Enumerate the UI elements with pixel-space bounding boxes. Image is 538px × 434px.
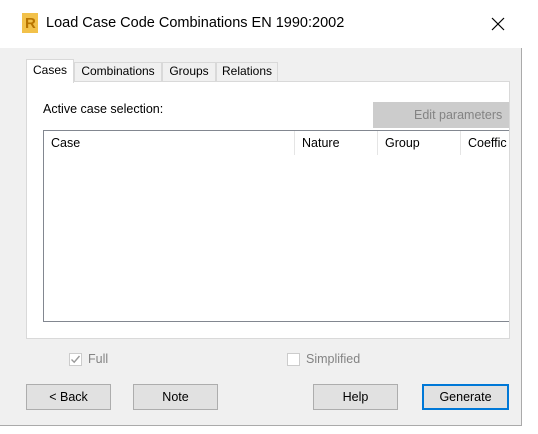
load-case-dialog: R Load Case Code Combinations EN 1990:20…: [0, 0, 522, 426]
simplified-checkbox[interactable]: [287, 352, 300, 366]
simplified-option[interactable]: Simplified: [287, 351, 360, 367]
full-checkbox[interactable]: [69, 352, 82, 366]
title-bar[interactable]: R Load Case Code Combinations EN 1990:20…: [0, 0, 522, 48]
tab-relations[interactable]: Relations: [216, 62, 278, 81]
column-header-nature[interactable]: Nature: [295, 131, 378, 155]
cases-tab-panel: Active case selection: Edit parameters C…: [26, 81, 510, 339]
window-title: Load Case Code Combinations EN 1990:2002: [46, 15, 345, 31]
tab-groups[interactable]: Groups: [162, 62, 216, 81]
edit-parameters-button[interactable]: Edit parameters: [373, 102, 509, 128]
note-button[interactable]: Note: [133, 384, 218, 410]
close-icon: [491, 17, 505, 31]
svg-text:R: R: [25, 15, 36, 32]
back-button[interactable]: < Back: [26, 384, 111, 410]
full-label: Full: [88, 352, 109, 366]
case-list[interactable]: Case Nature Group Coeffic: [43, 130, 509, 322]
revit-R-icon: R: [22, 13, 38, 33]
column-header-coefficient[interactable]: Coeffic: [461, 131, 509, 155]
help-button[interactable]: Help: [313, 384, 398, 410]
checkmark-icon: [71, 355, 81, 363]
active-case-selection-label: Active case selection:: [43, 102, 164, 116]
simplified-label: Simplified: [306, 352, 361, 366]
column-header-case[interactable]: Case: [44, 131, 295, 155]
column-header-group[interactable]: Group: [378, 131, 461, 155]
tab-cases[interactable]: Cases: [26, 59, 74, 83]
generate-button[interactable]: Generate: [422, 384, 509, 410]
close-button[interactable]: [476, 8, 520, 40]
tab-combinations[interactable]: Combinations: [74, 62, 162, 81]
full-option[interactable]: Full: [69, 351, 108, 367]
